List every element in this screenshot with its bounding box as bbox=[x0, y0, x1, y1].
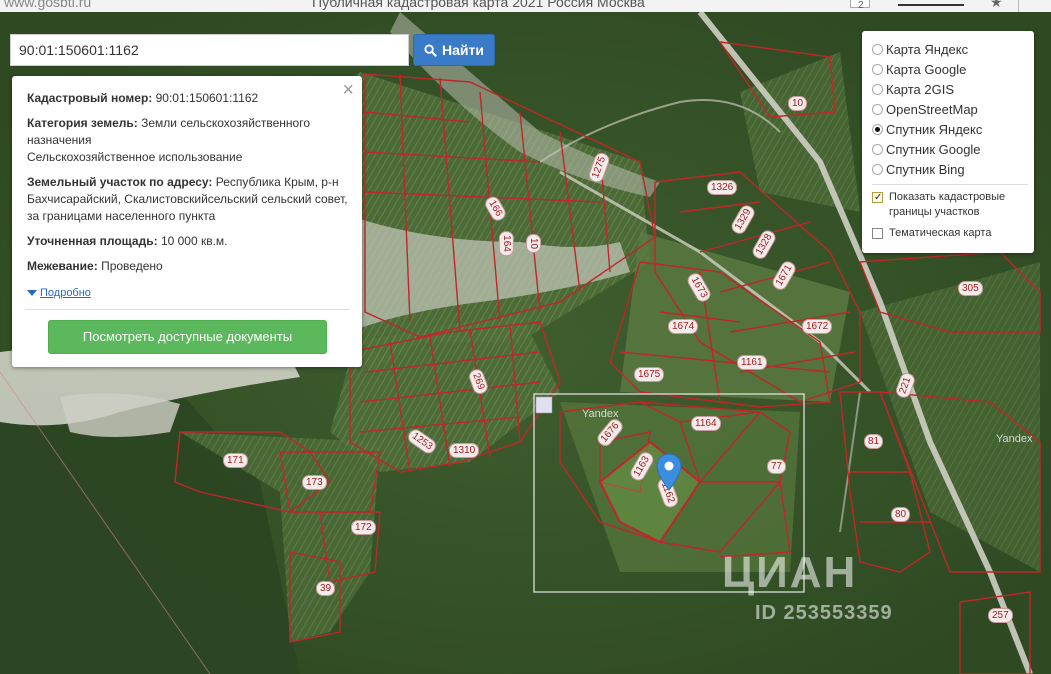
parcel-label[interactable]: 10 bbox=[526, 233, 542, 254]
address-row: Земельный участок по адресу: Республика … bbox=[27, 174, 348, 225]
survey-label: Межевание: bbox=[27, 259, 98, 273]
layer-option-label: Карта Яндекс bbox=[886, 41, 969, 57]
browser-control[interactable] bbox=[898, 0, 964, 6]
parcel-label[interactable]: 172 bbox=[351, 520, 376, 535]
show-borders-label: Показать кадастровые границы участков bbox=[889, 191, 1006, 218]
parcel-label[interactable]: 1326 bbox=[707, 180, 738, 195]
layer-option-label: Спутник Bing bbox=[886, 161, 965, 177]
caret-down-icon bbox=[27, 290, 37, 296]
radio-icon[interactable] bbox=[872, 143, 883, 155]
radio-icon[interactable] bbox=[872, 43, 883, 55]
layer-option-label: Карта 2GIS bbox=[886, 81, 955, 97]
show-borders-toggle[interactable]: Показать кадастровые границы участков bbox=[872, 190, 1024, 220]
layer-option[interactable]: Спутник Google bbox=[872, 139, 1024, 159]
cad-number-value: 90:01:150601:1162 bbox=[155, 91, 259, 105]
yandex-watermark: Yandex bbox=[996, 433, 1033, 445]
cad-number-label: Кадастровый номер: bbox=[27, 91, 153, 105]
checkbox-checked-icon[interactable] bbox=[872, 190, 883, 205]
area-value: 10 000 кв.м. bbox=[160, 234, 228, 248]
survey-value: Проведено bbox=[101, 259, 163, 273]
radio-icon[interactable] bbox=[872, 63, 883, 75]
divider bbox=[872, 184, 1028, 185]
thematic-map-toggle[interactable]: Тематическая карта bbox=[872, 226, 1024, 241]
parcel-label[interactable]: 1164 bbox=[691, 416, 721, 431]
parcel-label[interactable]: 1674 bbox=[668, 319, 699, 334]
radio-icon[interactable] bbox=[872, 163, 883, 175]
checkbox-icon[interactable] bbox=[872, 228, 883, 239]
divider bbox=[25, 309, 350, 310]
usage-value: Сельскохозяйственное использование bbox=[27, 150, 243, 164]
more-details-label: Подробно bbox=[40, 287, 91, 299]
category-label: Категория земель: bbox=[27, 116, 138, 130]
area-label: Уточненная площадь: bbox=[27, 234, 158, 248]
parcel-label[interactable]: 1161 bbox=[737, 355, 767, 370]
layer-option-selected[interactable]: Спутник Яндекс bbox=[872, 119, 1024, 139]
parcel-label[interactable]: 77 bbox=[767, 459, 787, 474]
close-icon[interactable]: × bbox=[342, 80, 354, 100]
parcel-label[interactable]: 1675 bbox=[634, 367, 665, 382]
parcel-label[interactable]: 1672 bbox=[802, 319, 833, 334]
search-button[interactable]: Найти bbox=[413, 34, 495, 66]
browser-title: Публичная кадастровая карта 2021 Россия … bbox=[312, 0, 645, 10]
parcel-label[interactable]: 171 bbox=[223, 453, 248, 468]
survey-row: Межевание: Проведено bbox=[27, 258, 348, 275]
parcel-label[interactable]: 173 bbox=[302, 475, 327, 490]
parcel-label[interactable]: 39 bbox=[316, 581, 336, 596]
cadastral-search-input[interactable]: 90:01:150601:1162 bbox=[10, 34, 409, 66]
layer-switcher: Карта Яндекс Карта Google Карта 2GIS Ope… bbox=[862, 31, 1034, 253]
tab-count: 2 bbox=[858, 0, 864, 11]
area-row: Уточненная площадь: 10 000 кв.м. bbox=[27, 233, 348, 250]
browser-url[interactable]: www.gosbti.ru bbox=[4, 0, 91, 10]
radio-selected-icon[interactable] bbox=[872, 123, 883, 135]
cian-watermark: ЦИАН bbox=[722, 548, 858, 597]
parcel-label[interactable]: 257 bbox=[988, 608, 1013, 623]
parcel-label[interactable]: 164 bbox=[498, 231, 514, 256]
layer-option-label: Спутник Google bbox=[886, 141, 981, 157]
address-label: Земельный участок по адресу: bbox=[27, 175, 213, 189]
radio-icon[interactable] bbox=[872, 103, 883, 115]
parcel-label[interactable]: 81 bbox=[864, 434, 884, 449]
search-icon bbox=[424, 43, 437, 57]
toolbar-divider bbox=[1018, 0, 1019, 12]
parcel-label[interactable]: 305 bbox=[958, 281, 983, 296]
layer-option-label: OpenStreetMap bbox=[886, 101, 978, 117]
layer-option[interactable]: Карта Google bbox=[872, 59, 1024, 79]
browser-top-strip: www.gosbti.ru Публичная кадастровая карт… bbox=[0, 0, 1051, 12]
radio-icon[interactable] bbox=[872, 83, 883, 95]
view-documents-button[interactable]: Посмотреть доступные документы bbox=[48, 320, 327, 354]
layer-option[interactable]: OpenStreetMap bbox=[872, 99, 1024, 119]
layer-option[interactable]: Карта 2GIS bbox=[872, 79, 1024, 99]
yandex-watermark: Yandex bbox=[582, 408, 619, 420]
layer-option-label: Карта Google bbox=[886, 61, 967, 77]
cian-id-watermark: ID 253553359 bbox=[755, 602, 893, 624]
category-row: Категория земель: Земли сельскохозяйстве… bbox=[27, 115, 348, 166]
location-pin-icon[interactable] bbox=[656, 453, 682, 491]
search-button-label: Найти bbox=[442, 42, 484, 58]
thematic-map-label: Тематическая карта bbox=[889, 227, 992, 239]
parcel-label[interactable]: 80 bbox=[891, 507, 911, 522]
layer-option-label: Спутник Яндекс bbox=[886, 121, 983, 137]
parcel-label[interactable]: 10 bbox=[788, 96, 808, 111]
cad-number-row: Кадастровый номер: 90:01:150601:1162 bbox=[27, 90, 348, 107]
parcel-info-panel: × Кадастровый номер: 90:01:150601:1162 К… bbox=[12, 76, 362, 367]
layer-option[interactable]: Спутник Bing bbox=[872, 159, 1024, 179]
layer-option[interactable]: Карта Яндекс bbox=[872, 39, 1024, 59]
bookmark-icon[interactable]: ★ bbox=[990, 0, 1003, 11]
more-details-link[interactable]: Подробно bbox=[27, 287, 348, 299]
parcel-label[interactable]: 1310 bbox=[449, 443, 480, 458]
